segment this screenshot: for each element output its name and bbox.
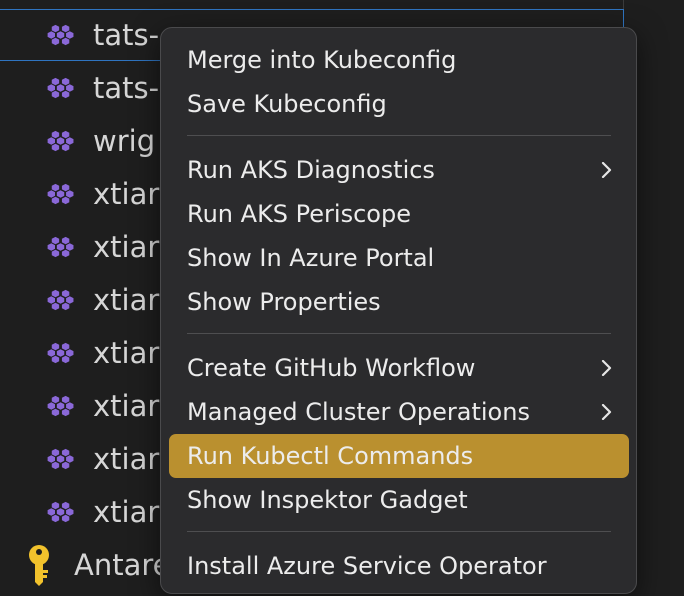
menu-item-create-github-workflow[interactable]: Create GitHub Workflow (169, 346, 629, 390)
chevron-right-icon (601, 404, 612, 420)
cluster-icon (47, 24, 74, 46)
cluster-icon (47, 130, 74, 152)
menu-item-label: Create GitHub Workflow (187, 354, 476, 382)
menu-item-label: Run Kubectl Commands (187, 442, 474, 470)
menu-item-show-properties[interactable]: Show Properties (169, 280, 629, 324)
cluster-icon (47, 342, 74, 364)
menu-item-run-aks-diagnostics[interactable]: Run AKS Diagnostics (169, 148, 629, 192)
menu-item-save-kubeconfig[interactable]: Save Kubeconfig (169, 82, 629, 126)
menu-item-run-kubectl-commands[interactable]: Run Kubectl Commands (169, 434, 629, 478)
menu-item-show-inspektor-gadget[interactable]: Show Inspektor Gadget (169, 478, 629, 522)
chevron-right-icon (601, 360, 612, 376)
menu-item-managed-cluster-operations[interactable]: Managed Cluster Operations (169, 390, 629, 434)
context-menu: Merge into Kubeconfig Save Kubeconfig Ru… (160, 27, 637, 594)
menu-separator (187, 135, 611, 136)
cluster-icon (47, 236, 74, 258)
menu-item-label: Show In Azure Portal (187, 244, 435, 272)
tree-item-label: xtiar (93, 283, 160, 317)
menu-item-label: Install Azure Service Operator (187, 552, 547, 580)
tree-item-label: tats- (93, 18, 160, 52)
menu-item-run-aks-periscope[interactable]: Run AKS Periscope (169, 192, 629, 236)
menu-item-show-in-azure-portal[interactable]: Show In Azure Portal (169, 236, 629, 280)
cluster-icon (47, 448, 74, 470)
menu-separator (187, 531, 611, 532)
tree-item-label: xtiar (93, 389, 160, 423)
cluster-icon (47, 501, 74, 523)
menu-item-label: Run AKS Periscope (187, 200, 411, 228)
menu-item-merge-into-kubeconfig[interactable]: Merge into Kubeconfig (169, 38, 629, 82)
cluster-icon (47, 395, 74, 417)
tree-item-label: wrig (93, 124, 156, 158)
menu-item-label: Run AKS Diagnostics (187, 156, 435, 184)
tree-item-label: xtiar (93, 442, 160, 476)
menu-item-label: Managed Cluster Operations (187, 398, 530, 426)
menu-item-label: Show Inspektor Gadget (187, 486, 468, 514)
cluster-icon (47, 183, 74, 205)
key-icon (29, 545, 49, 586)
tree-item-label: xtiar (93, 495, 160, 529)
tree-item-label: xtiar (93, 230, 160, 264)
cluster-icon (47, 77, 74, 99)
chevron-right-icon (601, 162, 612, 178)
tree-item-label: xtiar (93, 177, 160, 211)
cluster-icon (47, 289, 74, 311)
tree-item-label: xtiar (93, 336, 160, 370)
tree-item-label: Antare (74, 548, 171, 582)
tree-item-label: tats- (93, 71, 160, 105)
menu-item-label: Merge into Kubeconfig (187, 46, 457, 74)
menu-item-label: Show Properties (187, 288, 381, 316)
menu-item-install-azure-service-operator[interactable]: Install Azure Service Operator (169, 544, 629, 588)
menu-item-label: Save Kubeconfig (187, 90, 387, 118)
menu-separator (187, 333, 611, 334)
